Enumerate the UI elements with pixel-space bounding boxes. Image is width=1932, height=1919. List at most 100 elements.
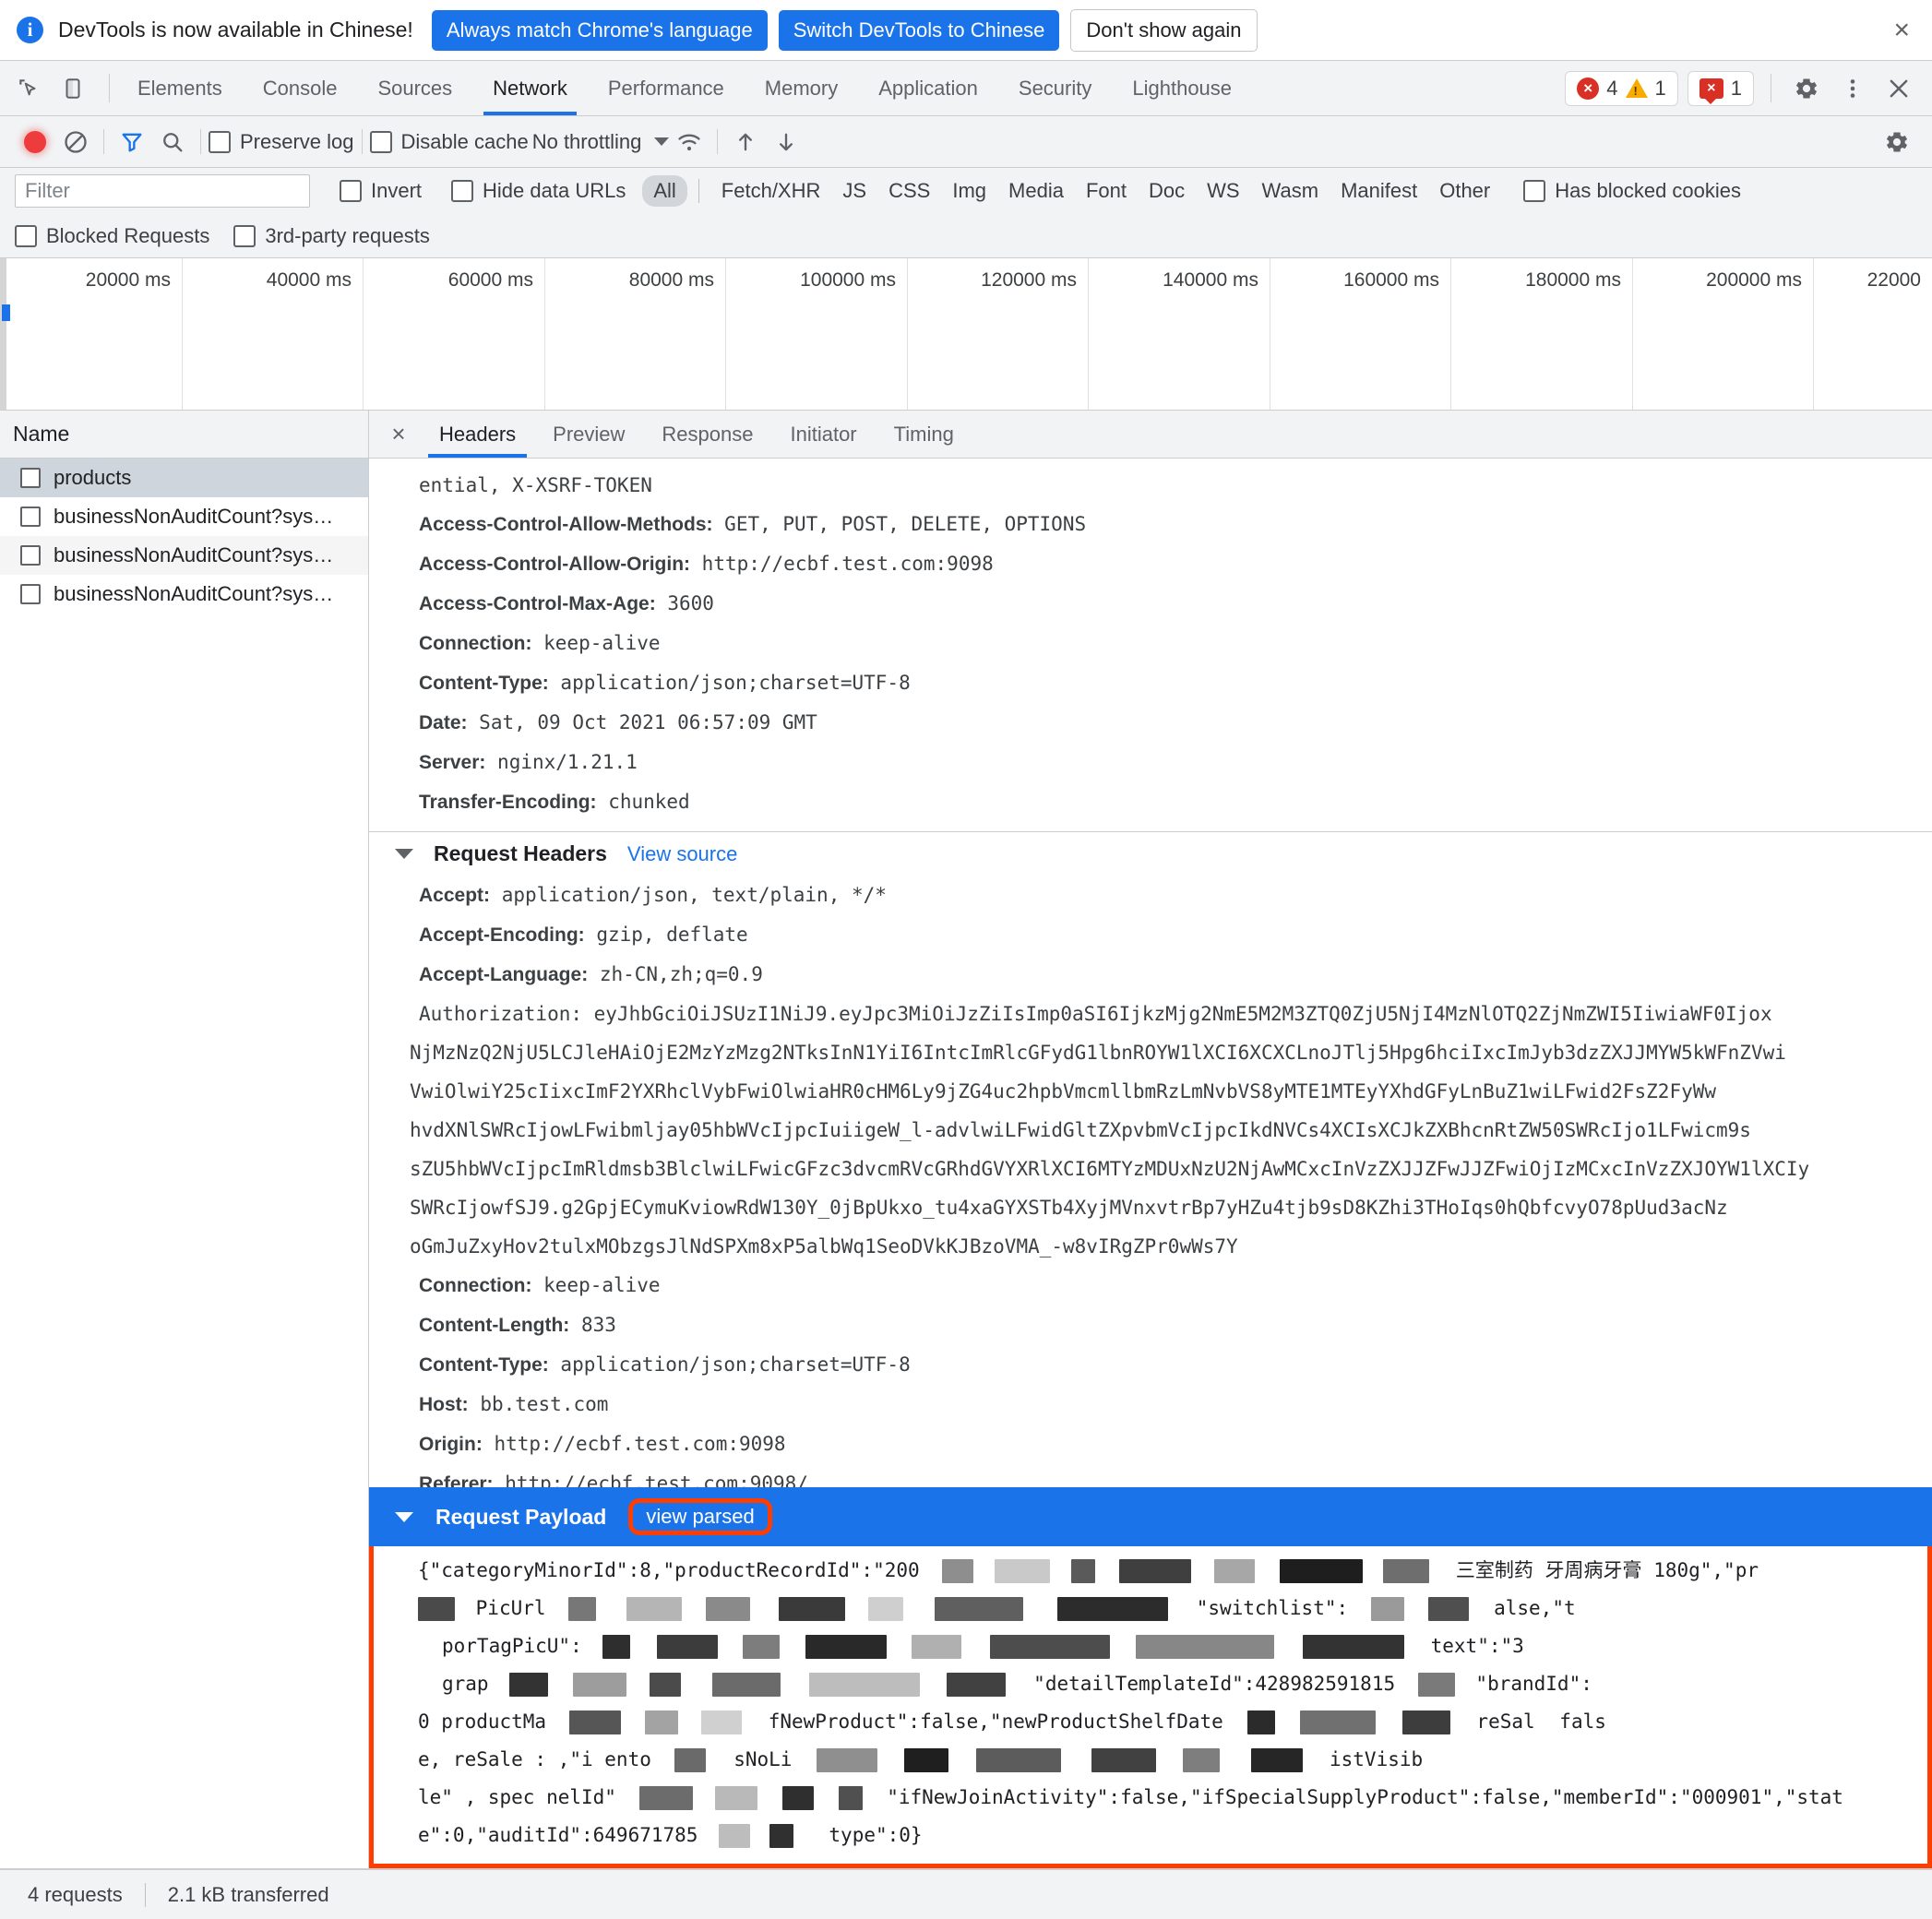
search-icon[interactable] [152, 122, 193, 162]
third-party-requests-checkbox[interactable]: 3rd-party requests [233, 224, 430, 248]
close-detail-icon[interactable]: × [376, 411, 421, 458]
type-filter-all[interactable]: All [642, 175, 687, 207]
chevron-down-icon[interactable] [395, 849, 413, 859]
network-conditions-icon[interactable] [669, 122, 710, 162]
funnel-filter-icon[interactable] [112, 122, 152, 162]
request-payload-body[interactable]: {"categoryMinorId":8,"productRecordId":"… [369, 1546, 1932, 1868]
type-filter-doc[interactable]: Doc [1138, 175, 1196, 207]
export-har-icon[interactable] [766, 122, 806, 162]
tab-network[interactable]: Network [472, 61, 588, 115]
header-line: Referer: http://ecbf.test.com:9098/ [369, 1464, 1932, 1487]
overview-left-handle[interactable] [0, 258, 6, 410]
row-checkbox[interactable] [20, 468, 41, 488]
type-filter-other[interactable]: Other [1428, 175, 1501, 207]
table-row[interactable]: products [0, 459, 368, 497]
request-headers-section-header[interactable]: Request Headers View source [369, 831, 1932, 876]
authorization-line: SWRcIjowfSJ9.g2GpjECymuKviowRdW130Y_0jBp… [369, 1188, 1932, 1227]
type-filter-font[interactable]: Font [1075, 175, 1138, 207]
header-key: Access-Control-Allow-Origin: [419, 554, 691, 575]
row-checkbox[interactable] [20, 545, 41, 566]
request-list-column-header[interactable]: Name [0, 411, 368, 459]
request-payload-section-header[interactable]: Request Payload view parsed [369, 1487, 1932, 1546]
device-toolbar-icon[interactable] [57, 73, 89, 104]
record-button[interactable] [15, 122, 55, 162]
type-filter-css[interactable]: CSS [877, 175, 941, 207]
view-source-link[interactable]: View source [627, 842, 737, 866]
has-blocked-cookies-checkbox[interactable]: Has blocked cookies [1523, 179, 1741, 203]
issues-badge[interactable]: × 1 [1687, 70, 1754, 106]
close-icon[interactable]: × [1888, 16, 1915, 44]
tab-performance[interactable]: Performance [588, 61, 745, 115]
import-har-icon[interactable] [725, 122, 766, 162]
tab-headers[interactable]: Headers [421, 411, 534, 458]
invert-checkbox[interactable]: Invert [340, 179, 422, 203]
payload-line: e":0,"auditId":649671785 type":0} [374, 1817, 1927, 1854]
hide-data-urls-checkbox[interactable]: Hide data URLs [451, 179, 626, 203]
type-filter-wasm[interactable]: Wasm [1251, 175, 1330, 207]
headers-content[interactable]: ential, X-XSRF-TOKEN Access-Control-Allo… [369, 459, 1932, 1487]
redaction-block [1119, 1559, 1192, 1583]
gear-icon[interactable] [1788, 70, 1825, 107]
tab-timing[interactable]: Timing [876, 411, 972, 458]
kebab-menu-icon[interactable] [1834, 70, 1871, 107]
network-overview-timeline[interactable]: 20000 ms 40000 ms 60000 ms 80000 ms 1000… [0, 258, 1932, 411]
row-checkbox[interactable] [20, 584, 41, 604]
switch-to-chinese-button[interactable]: Switch DevTools to Chinese [778, 9, 1060, 51]
type-filter-img[interactable]: Img [941, 175, 997, 207]
throttling-dropdown[interactable]: No throttling [532, 130, 670, 154]
search-input[interactable] [15, 174, 310, 208]
network-settings-gear-icon[interactable] [1877, 122, 1917, 162]
tab-memory[interactable]: Memory [745, 61, 858, 115]
clear-icon[interactable] [55, 122, 96, 162]
request-name: businessNonAuditCount?sys… [54, 505, 334, 528]
blocked-requests-checkbox[interactable]: Blocked Requests [15, 224, 209, 248]
type-filter-fetch-xhr[interactable]: Fetch/XHR [710, 175, 832, 207]
inspect-element-icon[interactable] [13, 73, 44, 104]
always-match-language-button[interactable]: Always match Chrome's language [431, 9, 768, 51]
tab-response[interactable]: Response [643, 411, 771, 458]
tab-initiator[interactable]: Initiator [771, 411, 875, 458]
timeline-tick-label: 180000 ms [1525, 269, 1621, 291]
issue-icon: × [1699, 77, 1723, 104]
table-row[interactable]: businessNonAuditCount?sys… [0, 536, 368, 575]
preserve-log-label: Preserve log [240, 129, 354, 153]
network-body: Name products businessNonAuditCount?sys…… [0, 411, 1932, 1869]
header-value: http://ecbf.test.com:9098/ [505, 1472, 808, 1487]
redaction-block [674, 1748, 706, 1772]
header-line: Accept-Language: zh-CN,zh;q=0.9 [369, 955, 1932, 995]
errors-warnings-badge[interactable]: × 4 1 [1565, 70, 1678, 106]
tab-elements[interactable]: Elements [117, 61, 243, 115]
dont-show-again-button[interactable]: Don't show again [1070, 8, 1258, 52]
preserve-log-checkbox[interactable]: Preserve log [209, 130, 354, 154]
payload-text: 0 productMa [418, 1710, 547, 1733]
tab-security[interactable]: Security [998, 61, 1112, 115]
header-value: 3600 [667, 592, 714, 614]
table-row[interactable]: businessNonAuditCount?sys… [0, 575, 368, 614]
view-parsed-link[interactable]: view parsed [628, 1498, 772, 1535]
tab-application[interactable]: Application [858, 61, 998, 115]
type-filter-js[interactable]: JS [831, 175, 877, 207]
type-filter-ws[interactable]: WS [1196, 175, 1250, 207]
header-value: zh-CN,zh;q=0.9 [599, 963, 763, 985]
transferred-size: 2.1 kB transferred [167, 1882, 329, 1906]
tab-preview[interactable]: Preview [534, 411, 643, 458]
header-line: Connection: keep-alive [369, 624, 1932, 663]
tab-sources[interactable]: Sources [357, 61, 472, 115]
type-filter-media[interactable]: Media [997, 175, 1075, 207]
tab-lighthouse[interactable]: Lighthouse [1112, 61, 1252, 115]
disable-cache-checkbox[interactable]: Disable cache [369, 130, 529, 154]
type-filter-manifest[interactable]: Manifest [1330, 175, 1428, 207]
redaction-block [715, 1786, 758, 1810]
tab-label: Lighthouse [1132, 76, 1233, 100]
row-checkbox[interactable] [20, 507, 41, 527]
tab-console[interactable]: Console [243, 61, 358, 115]
checkbox-box [340, 180, 362, 202]
chevron-down-icon[interactable] [395, 1511, 413, 1522]
payload-text: "switchlist": [1196, 1597, 1349, 1619]
table-row[interactable]: businessNonAuditCount?sys… [0, 497, 368, 536]
checkbox-box [369, 130, 392, 153]
redaction-block [509, 1673, 549, 1697]
close-icon[interactable] [1880, 70, 1917, 107]
timeline-tick-label: 22000 [1866, 269, 1921, 291]
authorization-text: Authorization: eyJhbGciOiJSUzI1NiJ9.eyJp… [419, 1003, 1772, 1025]
